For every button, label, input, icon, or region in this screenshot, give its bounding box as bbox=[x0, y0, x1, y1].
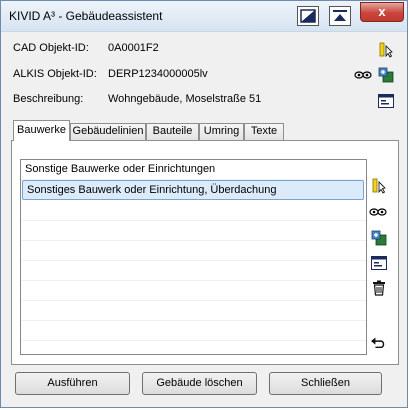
select-pointer-icon bbox=[372, 178, 386, 194]
alkis-id-label: ALKIS Objekt-ID: bbox=[13, 68, 97, 80]
close-button[interactable]: Schließen bbox=[269, 372, 382, 395]
view-bauwerk-button[interactable] bbox=[368, 204, 388, 220]
cad-id-value: 0A0001F2 bbox=[108, 42, 159, 54]
collapse-button[interactable] bbox=[329, 6, 351, 26]
execute-button[interactable]: Ausführen bbox=[15, 372, 130, 395]
list-group-header: Sonstige Bauwerke oder Einrichtungen bbox=[21, 160, 366, 180]
view-icon bbox=[369, 208, 387, 216]
tab-umring[interactable]: Umring bbox=[199, 123, 244, 140]
delete-building-button[interactable]: Gebäude löschen bbox=[142, 372, 257, 395]
dock-icon bbox=[300, 9, 316, 23]
list-empty-row bbox=[21, 321, 366, 341]
view-alkis-button[interactable] bbox=[354, 67, 372, 83]
undo-button[interactable] bbox=[371, 334, 387, 350]
add-layer-icon bbox=[378, 67, 394, 83]
dock-toggle-button[interactable] bbox=[297, 6, 319, 26]
form-icon bbox=[371, 256, 387, 270]
collapse-up-icon bbox=[333, 10, 347, 21]
list-item[interactable]: Sonstiges Bauwerk oder Einrichtung, Über… bbox=[22, 180, 364, 200]
list-empty-row bbox=[21, 301, 366, 321]
tab-gebaeudelinien[interactable]: Gebäudelinien bbox=[70, 123, 146, 140]
cad-id-label: CAD Objekt-ID: bbox=[13, 42, 89, 54]
alkis-id-value: DERP1234000005lv bbox=[108, 68, 208, 80]
list-empty-row bbox=[21, 241, 366, 261]
edit-bauwerk-button[interactable] bbox=[371, 255, 387, 271]
select-bauwerk-button[interactable] bbox=[371, 178, 387, 194]
gebaeudeassistent-window: KIVID A³ - Gebäudeassistent x CAD Objekt… bbox=[0, 0, 408, 408]
window-title: KIVID A³ - Gebäudeassistent bbox=[9, 9, 163, 23]
list-empty-row bbox=[21, 281, 366, 301]
edit-description-button[interactable] bbox=[378, 93, 394, 109]
add-layer-icon bbox=[371, 230, 387, 246]
add-alkis-button[interactable] bbox=[378, 67, 394, 83]
bauwerke-list[interactable]: Sonstige Bauwerke oder Einrichtungen Son… bbox=[20, 159, 367, 355]
form-icon bbox=[378, 94, 394, 108]
undo-icon bbox=[371, 337, 385, 349]
close-window-button[interactable]: x bbox=[360, 2, 404, 22]
select-pointer-icon bbox=[379, 42, 393, 58]
trash-icon bbox=[373, 280, 385, 296]
title-bar: KIVID A³ - Gebäudeassistent x bbox=[1, 1, 407, 32]
list-empty-row bbox=[21, 201, 366, 221]
description-label: Beschreibung: bbox=[13, 93, 84, 105]
tab-bauteile[interactable]: Bauteile bbox=[146, 123, 199, 140]
tab-bauwerke[interactable]: Bauwerke bbox=[13, 120, 70, 141]
list-empty-row bbox=[21, 221, 366, 241]
delete-bauwerk-button[interactable] bbox=[371, 280, 387, 296]
description-value: Wohngebäude, Moselstraße 51 bbox=[108, 93, 262, 105]
tab-texte[interactable]: Texte bbox=[244, 123, 284, 140]
tab-panel-bauwerke: Sonstige Bauwerke oder Einrichtungen Son… bbox=[11, 140, 399, 365]
select-object-button[interactable] bbox=[378, 42, 394, 58]
add-bauwerk-button[interactable] bbox=[371, 230, 387, 246]
list-empty-row bbox=[21, 261, 366, 281]
view-icon bbox=[354, 71, 372, 79]
